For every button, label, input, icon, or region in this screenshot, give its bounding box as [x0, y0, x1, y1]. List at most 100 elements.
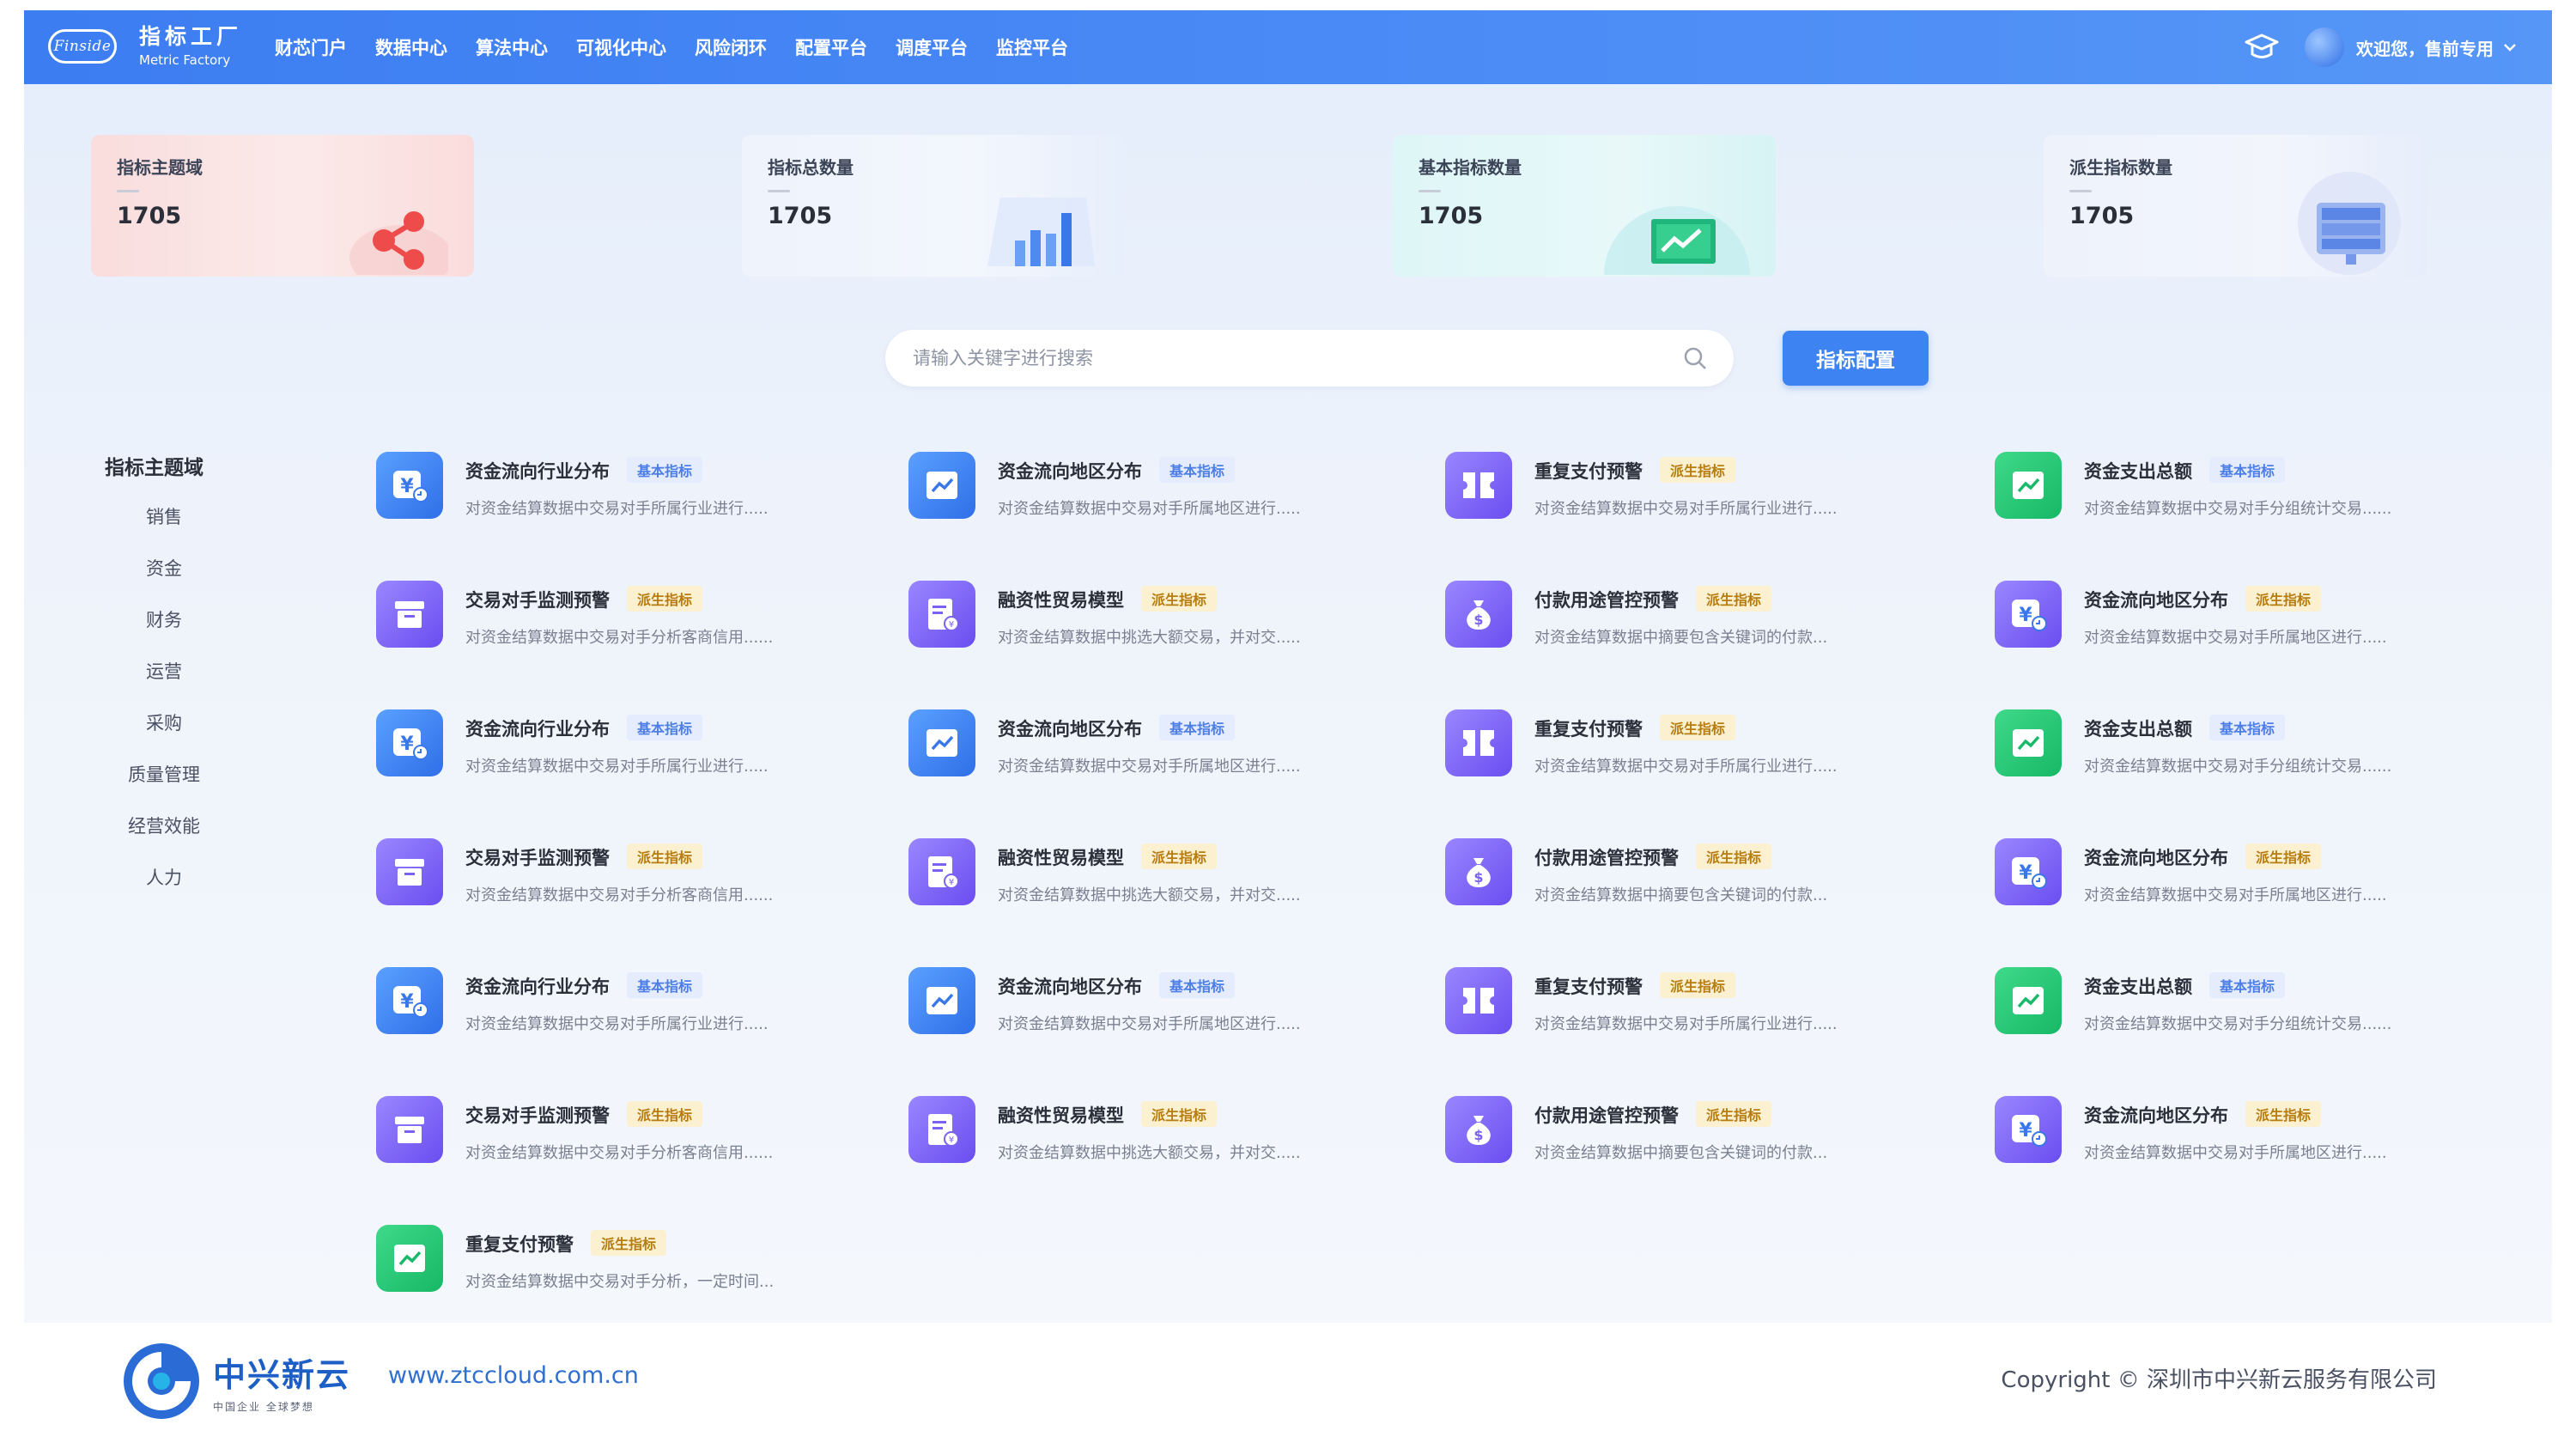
metric-title-row: 资金流向地区分布 基本指标: [998, 457, 1236, 484]
ztc-cloud-logo-icon: [124, 1343, 199, 1419]
nav-item-monitor-platform[interactable]: 监控平台: [996, 34, 1068, 60]
metric-card[interactable]: 交易对手监测预警 派生指标 对资金结算数据中交易对手分析客商信用......: [376, 579, 857, 665]
metric-title: 资金流向地区分布: [998, 461, 1142, 482]
ticket-icon: [1445, 967, 1512, 1034]
metric-card[interactable]: ¥ 资金流向地区分布 派生指标 对资金结算数据中交易对手所属地区进行.....: [1995, 579, 2476, 665]
stat-card-derived-metrics[interactable]: 派生指标数量 1705: [2044, 135, 2427, 277]
metric-title-row: 交易对手监测预警 派生指标: [465, 586, 703, 612]
metric-config-button[interactable]: 指标配置: [1783, 331, 1929, 386]
metric-tag: 派生指标: [1141, 1101, 1218, 1127]
metric-tag: 派生指标: [1660, 715, 1736, 740]
metric-title: 交易对手监测预警: [465, 590, 610, 611]
sidebar-item-quality[interactable]: 质量管理: [24, 762, 273, 813]
metric-description: 对资金结算数据中交易对手所属行业进行.....: [1534, 1015, 1838, 1033]
metric-card[interactable]: ¥ 资金流向地区分布 派生指标 对资金结算数据中交易对手所属地区进行.....: [1995, 1094, 2476, 1180]
metric-description: 对资金结算数据中交易对手所属地区进行.....: [2084, 1144, 2387, 1162]
metric-card[interactable]: 资金流向地区分布 基本指标 对资金结算数据中交易对手所属地区进行.....: [908, 450, 1389, 536]
sidebar-item-procurement[interactable]: 采购: [24, 710, 273, 762]
stat-card-basic-metrics[interactable]: 基本指标数量 1705: [1393, 135, 1776, 277]
metric-title: 资金流向地区分布: [2084, 1105, 2228, 1126]
metric-title-row: 交易对手监测预警 派生指标: [465, 1101, 703, 1128]
search-input[interactable]: [911, 347, 1682, 369]
metric-title: 资金支出总额: [2084, 977, 2192, 997]
nav-item-visualization-center[interactable]: 可视化中心: [576, 34, 666, 60]
metric-description: 对资金结算数据中交易对手所属行业进行.....: [1534, 758, 1838, 776]
sidebar-item-finance[interactable]: 财务: [24, 607, 273, 659]
metric-tag: 基本指标: [1159, 457, 1236, 483]
metric-title-row: 资金支出总额 基本指标: [2084, 715, 2286, 741]
metric-card[interactable]: 资金支出总额 基本指标 对资金结算数据中交易对手分组统计交易......: [1995, 450, 2476, 536]
top-header: Finside 指标工厂 Metric Factory 财芯门户 数据中心 算法…: [24, 10, 2552, 84]
sidebar-item-efficiency[interactable]: 经营效能: [24, 813, 273, 865]
sidebar-item-hr[interactable]: 人力: [24, 865, 273, 916]
stat-card-total-metrics[interactable]: 指标总数量 1705: [742, 135, 1125, 277]
avatar[interactable]: [2305, 27, 2344, 67]
metric-card[interactable]: ¥ 资金流向行业分布 基本指标 对资金结算数据中交易对手所属行业进行.....: [376, 450, 857, 536]
brand-title: 指标工厂: [139, 24, 243, 49]
metric-card[interactable]: 重复支付预警 派生指标 对资金结算数据中交易对手所属行业进行.....: [1445, 450, 1926, 536]
metric-title: 资金流向地区分布: [998, 977, 1142, 997]
metric-title: 资金支出总额: [2084, 461, 2192, 482]
metric-card[interactable]: $ 付款用途管控预警 派生指标 对资金结算数据中摘要包含关键词的付款...: [1445, 1094, 1926, 1180]
sidebar-item-operations[interactable]: 运营: [24, 659, 273, 710]
metric-card[interactable]: 资金支出总额 基本指标 对资金结算数据中交易对手分组统计交易......: [1995, 965, 2476, 1051]
metric-card[interactable]: ¥ 资金流向行业分布 基本指标 对资金结算数据中交易对手所属行业进行.....: [376, 708, 857, 794]
stat-card-topic-domain[interactable]: 指标主题域 1705: [91, 135, 474, 277]
trend-icon: [908, 452, 975, 519]
metric-description: 对资金结算数据中交易对手所属行业进行.....: [465, 758, 769, 776]
metric-description: 对资金结算数据中交易对手分析客商信用......: [465, 886, 774, 904]
footer-logo-slogan: 中国企业 全球梦想: [213, 1401, 314, 1413]
metric-card[interactable]: ¥ 资金流向地区分布 派生指标 对资金结算数据中交易对手所属地区进行.....: [1995, 837, 2476, 922]
divider: [2069, 190, 2092, 192]
nav-item-portal[interactable]: 财芯门户: [275, 34, 347, 60]
metric-tag: 基本指标: [2209, 972, 2286, 998]
search-icon[interactable]: [1682, 345, 1708, 371]
stat-card-title: 指标总数量: [768, 157, 854, 178]
footer: 中兴新云 中国企业 全球梦想 www.ztccloud.com.cn Copyr…: [0, 1323, 2576, 1449]
footer-url[interactable]: www.ztccloud.com.cn: [388, 1362, 639, 1389]
welcome-text[interactable]: 欢迎您，售前专用: [2356, 35, 2494, 60]
nav-item-config-platform[interactable]: 配置平台: [795, 34, 867, 60]
main-nav: 财芯门户 数据中心 算法中心 可视化中心 风险闭环 配置平台 调度平台 监控平台: [275, 10, 1097, 84]
server-rack-icon: [2298, 172, 2401, 275]
trend-icon: [376, 1225, 443, 1292]
metric-title-row: 资金流向地区分布 基本指标: [998, 715, 1236, 741]
metric-card[interactable]: 重复支付预警 派生指标 对资金结算数据中交易对手分析，一定时间...: [376, 1223, 857, 1309]
chevron-down-icon[interactable]: [2502, 40, 2518, 55]
nav-item-data-center[interactable]: 数据中心: [375, 34, 447, 60]
metric-card[interactable]: 资金流向地区分布 基本指标 对资金结算数据中交易对手所属地区进行.....: [908, 965, 1389, 1051]
metric-description: 对资金结算数据中交易对手所属地区进行.....: [2084, 886, 2387, 904]
metric-title-row: 交易对手监测预警 派生指标: [465, 843, 703, 870]
metric-card[interactable]: ¥ 融资性贸易模型 派生指标 对资金结算数据中挑选大额交易，并对交.....: [908, 837, 1389, 922]
share-nodes-icon: [349, 211, 448, 275]
metric-card[interactable]: 交易对手监测预警 派生指标 对资金结算数据中交易对手分析客商信用......: [376, 1094, 857, 1180]
nav-item-schedule-platform[interactable]: 调度平台: [896, 34, 968, 60]
metric-card[interactable]: $ 付款用途管控预警 派生指标 对资金结算数据中摘要包含关键词的付款...: [1445, 837, 1926, 922]
metric-card[interactable]: 交易对手监测预警 派生指标对资金结算数据中交易对手分析客商信用......: [376, 837, 857, 922]
metric-description: 对资金结算数据中交易对手分析，一定时间...: [465, 1273, 775, 1291]
nav-item-algorithm-center[interactable]: 算法中心: [476, 34, 548, 60]
finside-logo[interactable]: Finside: [48, 29, 117, 64]
metric-card[interactable]: $ 付款用途管控预警 派生指标 对资金结算数据中摘要包含关键词的付款...: [1445, 579, 1926, 665]
graduation-cap-icon[interactable]: [2243, 28, 2281, 66]
metric-card[interactable]: 重复支付预警 派生指标 对资金结算数据中交易对手所属行业进行.....: [1445, 708, 1926, 794]
metric-card[interactable]: ¥ 融资性贸易模型 派生指标 对资金结算数据中挑选大额交易，并对交.....: [908, 1094, 1389, 1180]
sidebar-item-funds[interactable]: 资金: [24, 556, 273, 607]
metric-card[interactable]: 资金流向地区分布 基本指标 对资金结算数据中交易对手所属地区进行.....: [908, 708, 1389, 794]
metric-tag: 基本指标: [1159, 715, 1236, 740]
yuan-icon: ¥: [376, 709, 443, 776]
metric-description: 对资金结算数据中摘要包含关键词的付款...: [1534, 1144, 1828, 1162]
metric-tag: 基本指标: [2209, 715, 2286, 740]
nav-item-risk-loop[interactable]: 风险闭环: [695, 34, 767, 60]
metric-title: 交易对手监测预警: [465, 1105, 610, 1126]
sidebar-item-sales[interactable]: 销售: [24, 504, 273, 556]
divider: [768, 190, 790, 192]
metric-card[interactable]: 重复支付预警 派生指标 对资金结算数据中交易对手所属行业进行.....: [1445, 965, 1926, 1051]
metric-card[interactable]: ¥ 资金流向行业分布 基本指标 对资金结算数据中交易对手所属行业进行.....: [376, 965, 857, 1051]
metric-card[interactable]: 资金支出总额 基本指标 对资金结算数据中交易对手分组统计交易......: [1995, 708, 2476, 794]
footer-copyright: Copyright © 深圳市中兴新云服务有限公司: [2001, 1367, 2437, 1393]
metric-card[interactable]: ¥ 融资性贸易模型 派生指标 对资金结算数据中挑选大额交易，并对交.....: [908, 579, 1389, 665]
svg-text:$: $: [1473, 612, 1483, 628]
metric-tag: 派生指标: [627, 586, 703, 612]
svg-text:¥: ¥: [400, 734, 414, 755]
